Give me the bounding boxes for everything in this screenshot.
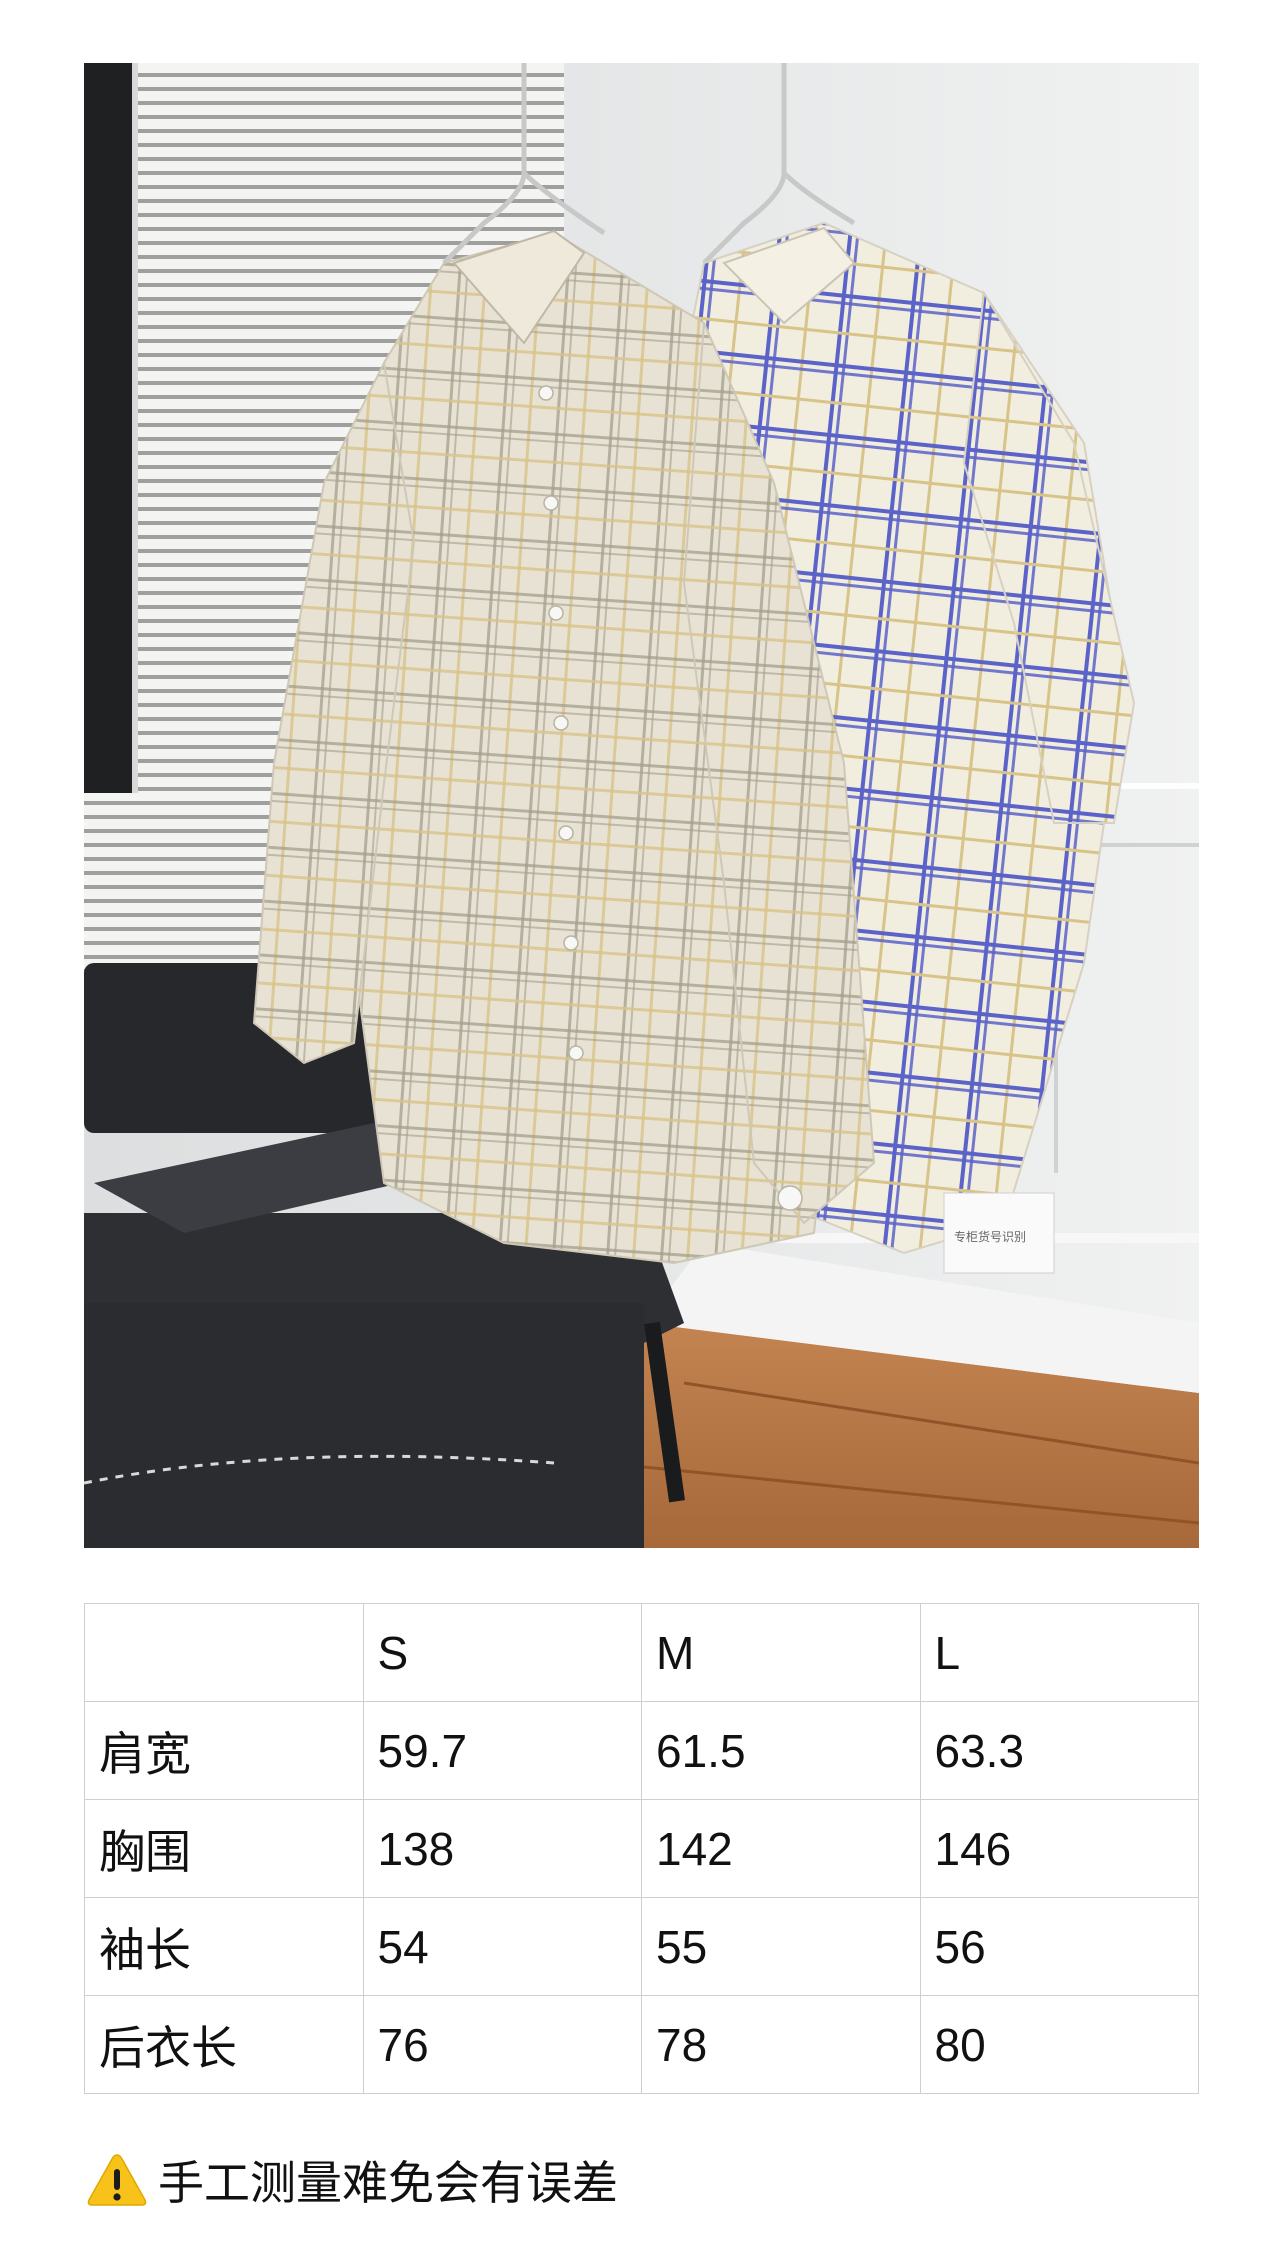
table-cell: 59.7 xyxy=(362,1701,642,1800)
size-chart-table: S M L 肩宽 59.7 61.5 63.3 胸围 138 142 146 袖… xyxy=(84,1603,1199,2094)
table-cell: 138 xyxy=(362,1799,642,1898)
product-photo: 专柜货号识别 xyxy=(84,63,1199,1548)
table-row: 肩宽 59.7 61.5 63.3 xyxy=(84,1701,1199,1800)
table-cell: 80 xyxy=(919,1995,1199,2094)
product-photo-illustration: 专柜货号识别 xyxy=(84,63,1199,1548)
warning-icon xyxy=(87,2154,147,2206)
table-row: 胸围 138 142 146 xyxy=(84,1799,1199,1898)
header-cell-size-m: M xyxy=(641,1603,921,1702)
table-cell: 78 xyxy=(641,1995,921,2094)
row-label-shoulder: 肩宽 xyxy=(84,1701,364,1800)
size-chart-header-row: S M L xyxy=(84,1603,1199,1702)
row-label-back-length: 后衣长 xyxy=(84,1995,364,2094)
header-cell-size-l: L xyxy=(919,1603,1199,1702)
table-cell: 63.3 xyxy=(919,1701,1199,1800)
table-cell: 142 xyxy=(641,1799,921,1898)
table-cell: 61.5 xyxy=(641,1701,921,1800)
hang-tag: 专柜货号识别 xyxy=(943,1192,1055,1274)
table-row: 袖长 54 55 56 xyxy=(84,1897,1199,1996)
svg-text:专柜货号识别: 专柜货号识别 xyxy=(954,1229,1026,1244)
table-row: 后衣长 76 78 80 xyxy=(84,1995,1199,2094)
window-frame xyxy=(84,63,132,793)
row-label-sleeve: 袖长 xyxy=(84,1897,364,1996)
table-cell: 76 xyxy=(362,1995,642,2094)
table-cell: 56 xyxy=(919,1897,1199,1996)
table-cell: 54 xyxy=(362,1897,642,1996)
note-text: 手工测量难免会有误差 xyxy=(158,2156,618,2210)
table-cell: 55 xyxy=(641,1897,921,1996)
measurement-note: 手工测量难免会有误差 xyxy=(86,2150,618,2210)
header-cell-size-s: S xyxy=(362,1603,642,1702)
table-cell: 146 xyxy=(919,1799,1199,1898)
row-label-chest: 胸围 xyxy=(84,1799,364,1898)
header-cell-empty xyxy=(84,1603,364,1702)
